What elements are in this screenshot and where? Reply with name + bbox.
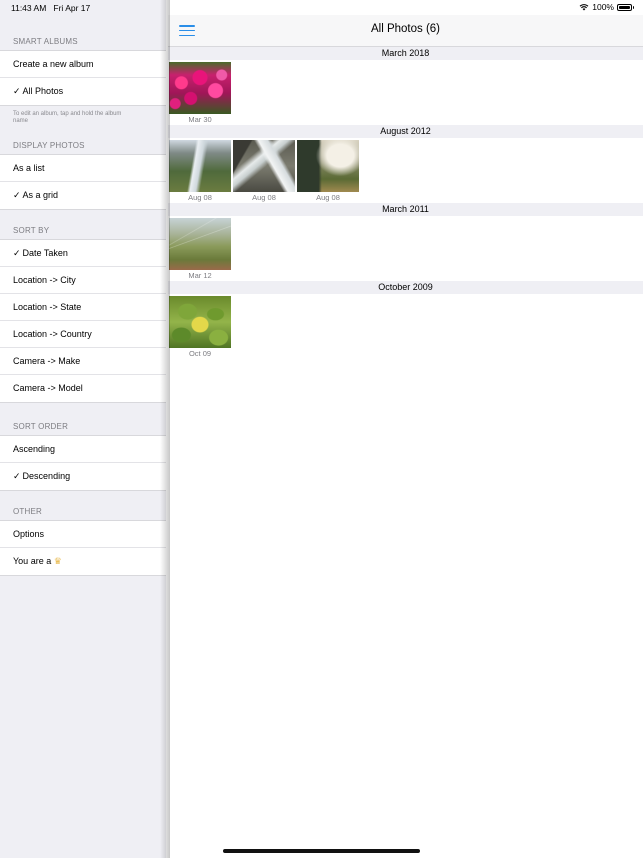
- options-label: Options: [13, 529, 45, 539]
- sort-country-label: Location -> Country: [13, 329, 92, 339]
- other-group: Options You are a ♛: [0, 520, 166, 576]
- sort-camera-model-item[interactable]: Camera -> Model: [0, 375, 166, 402]
- month-header-march-2018: March 2018: [168, 47, 643, 60]
- descending-label: Descending: [22, 471, 71, 481]
- home-indicator[interactable]: [223, 849, 420, 853]
- sort-date-taken-label: Date Taken: [22, 248, 68, 258]
- sort-camera-make-label: Camera -> Make: [13, 356, 81, 366]
- checkmark-icon: ✓: [13, 248, 21, 258]
- all-photos-item[interactable]: ✓ All Photos: [0, 78, 166, 105]
- photo-thumbnail[interactable]: [169, 62, 231, 114]
- sort-camera-make-item[interactable]: Camera -> Make: [0, 348, 166, 375]
- photo-thumbnail[interactable]: [169, 296, 231, 348]
- photo-thumbnail[interactable]: [233, 140, 295, 192]
- sort-camera-model-label: Camera -> Model: [13, 383, 83, 393]
- photo-thumbnail[interactable]: [169, 140, 231, 192]
- sort-by-group: ✓ Date Taken Location -> City Location ->…: [0, 239, 166, 403]
- checkmark-icon: ✓: [13, 190, 21, 200]
- navbar: All Photos (6): [168, 15, 643, 47]
- sort-city-label: Location -> City: [13, 275, 76, 285]
- descending-item[interactable]: ✓ Descending: [0, 463, 166, 490]
- crown-icon: ♛: [53, 556, 62, 566]
- status-date: Fri Apr 17: [53, 3, 91, 13]
- photo-date-label: Mar 30: [188, 115, 212, 124]
- photo-thumbnail[interactable]: [297, 140, 359, 192]
- edit-album-hint: To edit an album, tap and hold the album…: [13, 111, 122, 124]
- battery-percent: 100%: [592, 2, 614, 12]
- as-grid-item[interactable]: ✓ As a grid: [0, 182, 166, 209]
- all-photos-label: All Photos: [22, 86, 64, 96]
- month-header-august-2012: August 2012: [168, 125, 643, 138]
- create-album-label: Create a new album: [13, 59, 94, 69]
- photo-date-label: Aug 08: [188, 193, 212, 202]
- as-list-label: As a list: [13, 163, 45, 173]
- section-header-display-photos: DISPLAY PHOTOS: [13, 141, 85, 150]
- you-are-a-item[interactable]: You are a ♛: [0, 548, 166, 575]
- ascending-item[interactable]: Ascending: [0, 436, 166, 463]
- you-are-a-label: You are a: [13, 556, 52, 566]
- options-item[interactable]: Options: [0, 521, 166, 548]
- wifi-icon: [579, 4, 589, 11]
- main-panel: 100% All Photos (6) March 2018 Mar 30 Au…: [168, 0, 643, 858]
- section-header-sort-by: SORT BY: [13, 226, 50, 235]
- month-header-october-2009: October 2009: [168, 281, 643, 294]
- section-header-smart-albums: SMART ALBUMS: [13, 37, 78, 46]
- page-title: All Photos (6): [370, 23, 441, 35]
- status-time-clock: 11:43 AM: [11, 3, 47, 13]
- section-header-other: OTHER: [13, 507, 42, 516]
- sort-state-label: Location -> State: [13, 302, 82, 312]
- display-photos-group: As a list ✓ As a grid: [0, 154, 166, 210]
- sort-country-item[interactable]: Location -> Country: [0, 321, 166, 348]
- ascending-label: Ascending: [13, 444, 56, 454]
- status-indicators: 100%: [579, 2, 634, 12]
- photo-thumbnail[interactable]: [169, 218, 231, 270]
- checkmark-icon: ✓: [13, 86, 21, 96]
- sort-date-taken-item[interactable]: ✓ Date Taken: [0, 240, 166, 267]
- photo-date-label: Oct 09: [188, 349, 212, 358]
- photo-date-label: Mar 12: [188, 271, 212, 280]
- as-grid-label: As a grid: [22, 190, 59, 200]
- as-list-item[interactable]: As a list: [0, 155, 166, 182]
- create-album-item[interactable]: Create a new album: [0, 51, 166, 78]
- smart-albums-group: Create a new album ✓ All Photos: [0, 50, 166, 106]
- sort-state-item[interactable]: Location -> State: [0, 294, 166, 321]
- sidebar: 11:43 AM Fri Apr 17 SMART ALBUMS Create …: [0, 0, 166, 858]
- battery-icon: [617, 3, 634, 11]
- checkmark-icon: ✓: [13, 471, 21, 481]
- section-header-sort-order: SORT ORDER: [13, 422, 69, 431]
- photo-date-label: Aug 08: [316, 193, 340, 202]
- month-header-march-2011: March 2011: [168, 203, 643, 216]
- sort-order-group: Ascending ✓ Descending: [0, 435, 166, 491]
- sort-city-item[interactable]: Location -> City: [0, 267, 166, 294]
- photo-date-label: Aug 08: [252, 193, 276, 202]
- status-time: 11:43 AM Fri Apr 17: [11, 3, 90, 13]
- sidebar-shadow: [160, 0, 170, 858]
